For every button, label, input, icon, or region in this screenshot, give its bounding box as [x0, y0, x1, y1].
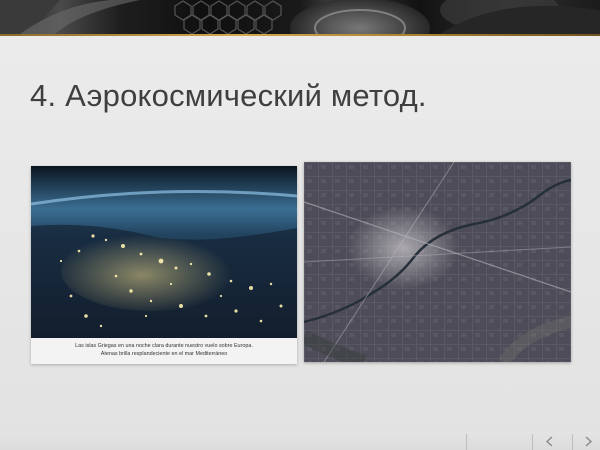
night-earth-photo: Las islas Griegas en una noche clara dur… — [31, 166, 297, 364]
caption-line-1: Las islas Griegas en una noche clara dur… — [75, 343, 253, 349]
prev-slide-icon — [545, 436, 553, 447]
satellite-city-photo — [304, 162, 571, 362]
satellite-city-image — [304, 162, 571, 362]
slide: 4. Аэрокосмический метод. Las islas Grie… — [0, 0, 600, 450]
header-accent-line — [0, 34, 600, 36]
nav-separator — [532, 434, 533, 450]
nav-separator — [572, 434, 573, 450]
night-earth-image — [31, 166, 297, 338]
caption-line-2: Atenas brilla resplandeciente en el mar … — [100, 351, 228, 357]
prev-slide-button[interactable] — [540, 433, 560, 450]
slide-navigation-bar — [0, 432, 600, 450]
next-slide-icon — [585, 436, 593, 447]
next-slide-button[interactable] — [578, 433, 598, 450]
nav-separator — [466, 434, 467, 450]
header-banner — [0, 0, 600, 34]
slide-title: 4. Аэрокосмический метод. — [30, 78, 427, 113]
banner-decoration — [0, 0, 600, 34]
photo-caption: Las islas Griegas en una noche clara dur… — [31, 338, 297, 364]
